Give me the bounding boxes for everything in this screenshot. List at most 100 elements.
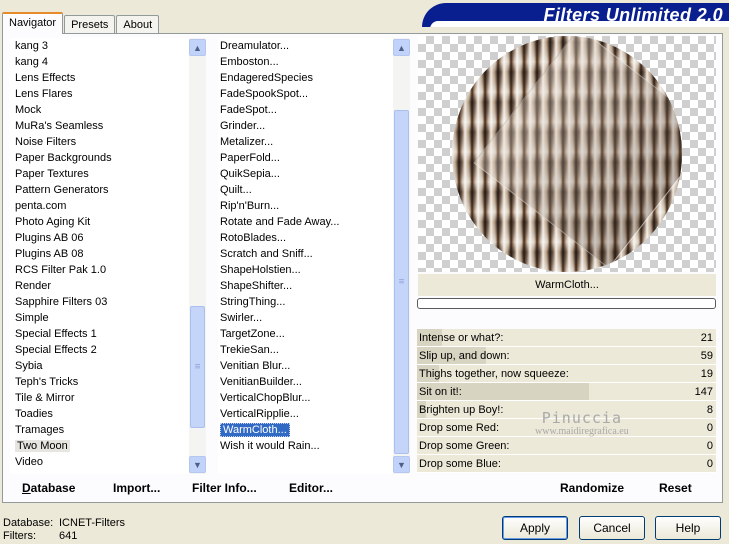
filter-item[interactable]: Dreamulator... — [218, 38, 394, 54]
parameter-slider[interactable]: Drop some Red: 0 — [417, 419, 716, 437]
category-item[interactable]: Toadies — [10, 406, 190, 422]
category-scroll-thumb[interactable] — [190, 306, 205, 428]
category-item[interactable]: Two Moon — [10, 438, 190, 454]
filter-item[interactable]: ShapeHolstien... — [218, 262, 394, 278]
filters-count-label: Filters: — [3, 530, 36, 542]
category-item[interactable]: Mock — [10, 102, 190, 118]
tab-about[interactable]: About — [116, 15, 160, 34]
tab-presets[interactable]: Presets — [64, 15, 116, 34]
import-button[interactable]: Import... — [113, 481, 160, 495]
category-item[interactable]: MuRa's Seamless — [10, 118, 190, 134]
filter-item-label: Swirler... — [220, 312, 263, 324]
help-button[interactable]: Help — [655, 516, 721, 540]
filter-scrollbar[interactable]: ▲ ▼ — [393, 38, 410, 474]
filter-item[interactable]: WarmCloth... — [218, 422, 394, 438]
parameter-slider[interactable]: Intense or what?: 21 — [417, 329, 716, 347]
filter-item[interactable]: FadeSpot... — [218, 102, 394, 118]
category-item[interactable]: Lens Effects — [10, 70, 190, 86]
filter-item-label: ShapeHolstien... — [220, 264, 301, 276]
editor-button[interactable]: Editor... — [289, 481, 333, 495]
filter-item[interactable]: TrekieSan... — [218, 342, 394, 358]
chevron-down-icon[interactable]: ▼ — [393, 456, 410, 473]
tab-navigator[interactable]: Navigator — [2, 12, 64, 34]
apply-button[interactable]: Apply — [502, 516, 568, 540]
category-item[interactable]: RCS Filter Pak 1.0 — [10, 262, 190, 278]
filter-item[interactable]: RotoBlades... — [218, 230, 394, 246]
filter-item[interactable]: Quilt... — [218, 182, 394, 198]
parameter-slider[interactable]: Drop some Blue: 0 — [417, 455, 716, 473]
category-scrollbar[interactable]: ▲ ▼ — [189, 38, 206, 474]
chevron-up-icon[interactable]: ▲ — [393, 39, 410, 56]
database-button[interactable]: Database — [22, 481, 75, 495]
reset-button[interactable]: Reset — [659, 481, 692, 495]
filter-item-label: EndageredSpecies — [220, 72, 313, 84]
filter-item[interactable]: EndageredSpecies — [218, 70, 394, 86]
parameter-slider[interactable]: Sit on it!: 147 — [417, 383, 716, 401]
filter-item[interactable]: ShapeShifter... — [218, 278, 394, 294]
category-item[interactable]: penta.com — [10, 198, 190, 214]
filter-item[interactable]: QuikSepia... — [218, 166, 394, 182]
category-item[interactable]: Tile & Mirror — [10, 390, 190, 406]
category-item-label: Mock — [15, 104, 42, 116]
category-item[interactable]: Paper Backgrounds — [10, 150, 190, 166]
category-item-label: Special Effects 2 — [15, 344, 97, 356]
category-item[interactable]: Noise Filters — [10, 134, 190, 150]
filter-item[interactable]: Venitian Blur... — [218, 358, 394, 374]
filter-item-label: Metalizer... — [220, 136, 274, 148]
filter-item[interactable]: Emboston... — [218, 54, 394, 70]
category-item[interactable]: kang 3 — [10, 38, 190, 54]
parameter-slider[interactable]: Drop some Green: 0 — [417, 437, 716, 455]
filter-item[interactable]: VenitianBuilder... — [218, 374, 394, 390]
category-item[interactable]: Sapphire Filters 03 — [10, 294, 190, 310]
chevron-down-icon[interactable]: ▼ — [189, 456, 206, 473]
chevron-up-icon[interactable]: ▲ — [189, 39, 206, 56]
filter-item[interactable]: Metalizer... — [218, 134, 394, 150]
category-item[interactable]: Plugins AB 08 — [10, 246, 190, 262]
randomize-button[interactable]: Randomize — [560, 481, 624, 495]
category-item-label: Sapphire Filters 03 — [15, 296, 108, 308]
filter-item-label: TrekieSan... — [220, 344, 279, 356]
category-item-label: kang 4 — [15, 56, 49, 68]
category-item[interactable]: Special Effects 2 — [10, 342, 190, 358]
category-item-label: Photo Aging Kit — [15, 216, 91, 228]
category-item[interactable]: Simple — [10, 310, 190, 326]
category-item[interactable]: Photo Aging Kit — [10, 214, 190, 230]
category-list[interactable]: kang 3 kang 4 Lens Effects Lens Flares Mock M… — [10, 38, 206, 474]
slider-value: 147 — [694, 385, 713, 398]
parameter-slider[interactable]: Slip up, and down: 59 — [417, 347, 716, 365]
category-item[interactable]: Teph's Tricks — [10, 374, 190, 390]
category-item[interactable]: kang 4 — [10, 54, 190, 70]
filter-scroll-thumb[interactable] — [394, 110, 409, 454]
filter-item[interactable]: StringThing... — [218, 294, 394, 310]
filter-item-label: VerticalRipplie... — [220, 408, 299, 420]
category-item[interactable]: Video — [10, 454, 190, 470]
cancel-button[interactable]: Cancel — [579, 516, 645, 540]
filter-item[interactable]: TargetZone... — [218, 326, 394, 342]
slider-value: 59 — [700, 349, 713, 362]
category-item[interactable]: Tramages — [10, 422, 190, 438]
filter-item[interactable]: VerticalRipplie... — [218, 406, 394, 422]
filter-item[interactable]: FadeSpookSpot... — [218, 86, 394, 102]
category-item[interactable]: Render — [10, 278, 190, 294]
filter-item[interactable]: VerticalChopBlur... — [218, 390, 394, 406]
category-item[interactable]: Plugins AB 06 — [10, 230, 190, 246]
category-item[interactable]: Lens Flares — [10, 86, 190, 102]
filter-item[interactable]: Wish it would Rain... — [218, 438, 394, 454]
category-item[interactable]: Sybia — [10, 358, 190, 374]
filter-item[interactable]: Scratch and Sniff... — [218, 246, 394, 262]
category-item[interactable]: Pattern Generators — [10, 182, 190, 198]
category-item-label: Toadies — [15, 408, 53, 420]
filter-item[interactable]: Rotate and Fade Away... — [218, 214, 394, 230]
parameter-slider[interactable]: Thighs together, now squeeze: 19 — [417, 365, 716, 383]
filter-info-button[interactable]: Filter Info... — [192, 481, 257, 495]
filter-item-label: Wish it would Rain... — [220, 440, 320, 452]
filter-item[interactable]: Rip'n'Burn... — [218, 198, 394, 214]
category-item[interactable]: Special Effects 1 — [10, 326, 190, 342]
filter-item[interactable]: Grinder... — [218, 118, 394, 134]
parameter-slider[interactable]: Brighten up Boy!: 8 — [417, 401, 716, 419]
filter-item[interactable]: Swirler... — [218, 310, 394, 326]
category-item[interactable]: Paper Textures — [10, 166, 190, 182]
category-item-label: Paper Backgrounds — [15, 152, 112, 164]
filter-item[interactable]: PaperFold... — [218, 150, 394, 166]
filter-list[interactable]: Dreamulator... Emboston... EndageredSpecie… — [218, 38, 410, 474]
